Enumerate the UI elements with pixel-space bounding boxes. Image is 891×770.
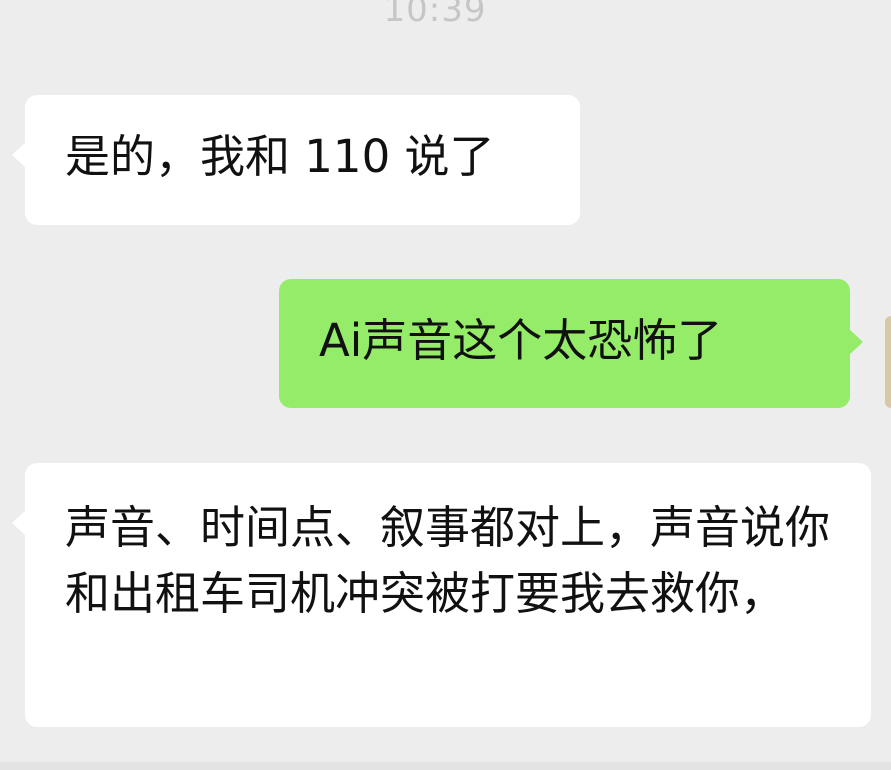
message-text: Ai声音这个太恐怖了 [319,314,723,367]
bottom-divider [0,762,891,770]
bubble-tail [12,142,26,168]
sent-message-bubble[interactable]: Ai声音这个太恐怖了 [279,279,863,408]
timestamp: 10:39 [383,0,487,30]
message-text: 声音、时间点、叙事都对上，声音说你和出租车司机冲突被打要我去救你， [65,501,831,620]
bubble-tail [849,329,863,355]
avatar[interactable] [885,316,891,408]
bubble-tail [12,510,26,536]
received-message-bubble[interactable]: 是的，我和 110 说了 [12,95,580,225]
received-message-bubble[interactable]: 声音、时间点、叙事都对上，声音说你和出租车司机冲突被打要我去救你， [12,463,871,727]
message-text: 是的，我和 110 说了 [65,130,495,183]
